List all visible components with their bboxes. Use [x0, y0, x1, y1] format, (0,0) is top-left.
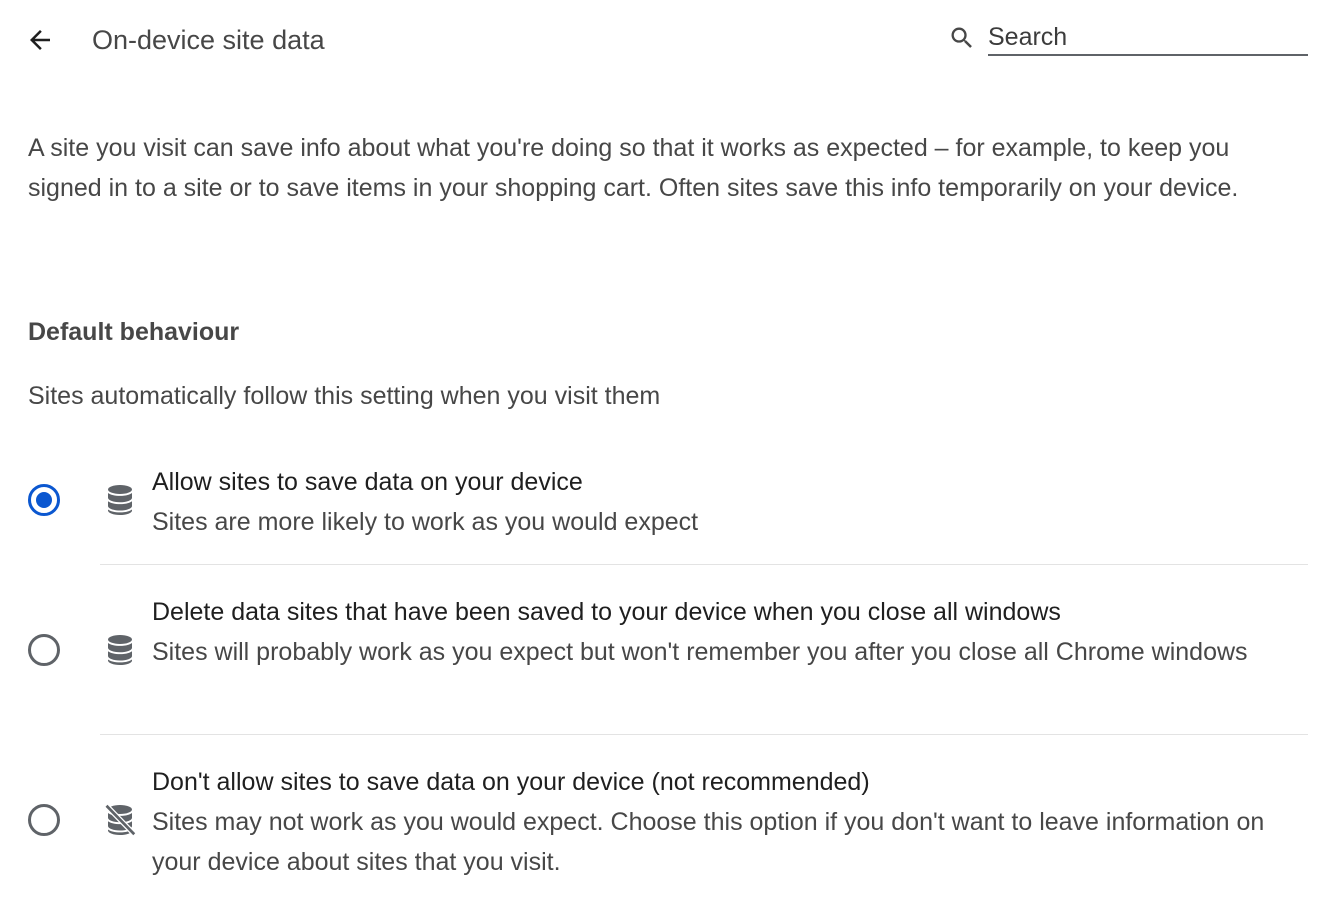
- divider: [100, 734, 1308, 735]
- radio-block[interactable]: [28, 804, 60, 836]
- option-sublabel: Sites may not work as you would expect. …: [152, 808, 1265, 876]
- page-header: On-device site data: [0, 0, 1330, 82]
- option-text: Allow sites to save data on your device …: [152, 462, 1308, 542]
- database-icon: [108, 485, 132, 515]
- option-block[interactable]: Don't allow sites to save data on your d…: [0, 760, 1330, 890]
- settings-page: On-device site data A site you visit can…: [0, 0, 1330, 920]
- option-delete-on-close[interactable]: Delete data sites that have been saved t…: [0, 590, 1330, 730]
- option-allow[interactable]: Allow sites to save data on your device …: [0, 460, 1330, 560]
- page-description: A site you visit can save info about wha…: [28, 134, 1239, 202]
- arrow-back-icon: [30, 30, 50, 50]
- option-text: Delete data sites that have been saved t…: [152, 592, 1308, 672]
- option-label: Allow sites to save data on your device: [152, 468, 583, 496]
- radio-delete-on-close[interactable]: [28, 634, 60, 666]
- radio-allow[interactable]: [28, 484, 60, 516]
- back-button[interactable]: [22, 22, 58, 58]
- search-input[interactable]: [988, 20, 1308, 56]
- section-subtext: Sites automatically follow this setting …: [28, 382, 661, 410]
- option-label: Delete data sites that have been saved t…: [152, 598, 1061, 626]
- search-box: [948, 18, 1308, 56]
- option-label: Don't allow sites to save data on your d…: [152, 768, 870, 796]
- option-sublabel: Sites are more likely to work as you wou…: [152, 508, 699, 536]
- database-icon: [108, 635, 132, 665]
- database-off-icon: [104, 803, 137, 837]
- search-icon[interactable]: [948, 24, 976, 52]
- divider: [100, 564, 1308, 565]
- page-title: On-device site data: [92, 25, 325, 55]
- option-text: Don't allow sites to save data on your d…: [152, 762, 1308, 882]
- section-heading: Default behaviour: [28, 318, 240, 346]
- option-sublabel: Sites will probably work as you expect b…: [152, 638, 1248, 666]
